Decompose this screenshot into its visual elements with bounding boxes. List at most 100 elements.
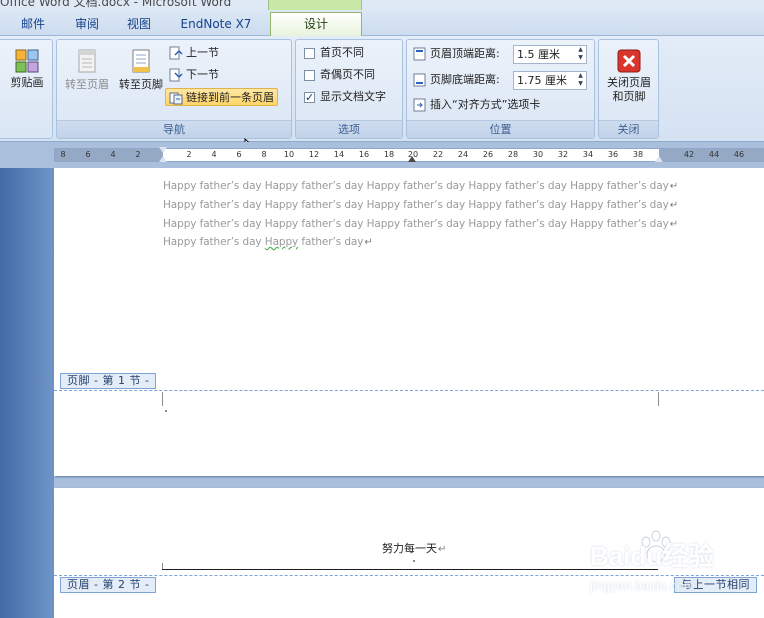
ruler-number: 34 (582, 150, 594, 159)
navigation-group: 转至页眉 转至页脚 上一节 下一节 链接到前一条页眉 导航 (56, 39, 292, 139)
header-text-line[interactable]: 努力每一天↵ (382, 540, 446, 556)
goto-header-icon (78, 49, 96, 73)
position-group: 页眉顶端距离: 1.5 厘米 ▲ ▼ 页脚底端距离: 1.75 厘米 ▲ ▼ 插入“… (406, 39, 595, 139)
grammar-flagged-word[interactable]: Happy (265, 236, 298, 248)
checkbox-unchecked-icon (304, 69, 315, 81)
ruler-number: 42 (683, 150, 695, 159)
footer-section-label: 页脚 - 第 1 节 - (60, 373, 157, 389)
different-odd-even-label: 奇偶页不同 (320, 68, 375, 81)
header-from-top-row: 页眉顶端距离: (413, 45, 500, 63)
close-group: 关闭页眉 和页脚 关闭 (598, 39, 659, 139)
ruler-number: 4 (110, 150, 116, 159)
tab-mailings[interactable]: 邮件 (10, 13, 56, 35)
ruler-number: 44 (708, 150, 720, 159)
header-position-icon (413, 47, 426, 61)
different-first-page-label: 首页不同 (320, 46, 364, 59)
tab-design[interactable]: 设计 (270, 12, 362, 36)
insert-group: 剪贴画 (0, 39, 53, 139)
body-text: Happy father’s day Happy father’s day Ha… (163, 180, 669, 192)
paragraph-mark: ↵ (438, 544, 447, 555)
ruler-number: 6 (85, 150, 91, 159)
header-text: 努力每一天 (382, 542, 437, 555)
crop-mark (162, 392, 163, 406)
hanging-indent-marker[interactable] (159, 156, 167, 162)
link-to-previous-button[interactable]: 链接到前一条页眉 (165, 88, 278, 106)
tab-view[interactable]: 视图 (116, 13, 162, 35)
checkbox-unchecked-icon (304, 47, 315, 59)
next-section-button[interactable]: 下一节 (169, 66, 219, 84)
footer-from-bottom-label: 页脚底端距离: (430, 73, 500, 86)
footer-position-icon (413, 73, 426, 87)
body-line[interactable]: Happy father’s day Happy father’s day Ha… (163, 218, 678, 230)
close-label-line2: 和页脚 (612, 90, 646, 103)
body-line[interactable]: Happy father’s day Happy father’s day↵ (163, 236, 373, 248)
ruler-number: 14 (333, 150, 345, 159)
horizontal-ruler[interactable]: 8 6 4 2 2 4 6 8 10 12 14 16 18 20 22 24 … (54, 147, 764, 162)
alignment-tab-icon (413, 98, 426, 112)
first-line-indent-marker[interactable] (159, 147, 167, 153)
ruler-number: 28 (507, 150, 519, 159)
goto-header-label: 转至页眉 (65, 78, 109, 91)
ruler-number: 30 (532, 150, 544, 159)
ruler-number: 2 (135, 150, 141, 159)
header-from-top-label: 页眉顶端距离: (430, 47, 500, 60)
ruler-left-margin (55, 149, 163, 161)
footer-from-bottom-spinner[interactable]: 1.75 厘米 ▲ ▼ (513, 71, 587, 90)
spinner-arrows-icon[interactable]: ▲ ▼ (575, 46, 586, 63)
watermark-url: jingyan.baidu.com (590, 578, 695, 593)
insert-alignment-tab-button[interactable]: 插入“对齐方式”选项卡 (413, 96, 540, 114)
goto-footer-icon (132, 49, 150, 73)
header-from-top-value: 1.5 厘米 (517, 48, 560, 61)
ruler-bar: 8 6 4 2 2 4 6 8 10 12 14 16 18 20 22 24 … (0, 142, 764, 168)
tab-review[interactable]: 审阅 (64, 13, 110, 35)
different-odd-even-checkbox[interactable]: 奇偶页不同 (304, 66, 375, 84)
previous-section-button[interactable]: 上一节 (169, 44, 219, 62)
header-cursor-mark (413, 560, 415, 562)
clipart-label: 剪贴画 (10, 76, 44, 89)
position-group-label: 位置 (407, 120, 594, 138)
body-text: father’s day (298, 236, 364, 248)
header-from-top-spinner[interactable]: 1.5 厘米 ▲ ▼ (513, 45, 587, 64)
ruler-number: 26 (482, 150, 494, 159)
insert-alignment-tab-label: 插入“对齐方式”选项卡 (430, 98, 541, 111)
clipart-button[interactable]: 剪贴画 (7, 48, 47, 90)
navigation-group-label: 导航 (57, 120, 291, 138)
show-document-text-checkbox[interactable]: 显示文档文字 (304, 88, 386, 107)
clipart-icon (15, 49, 39, 73)
checkbox-checked-icon (304, 89, 315, 107)
tab-endnote[interactable]: EndNote X7 (170, 13, 262, 35)
right-indent-marker[interactable] (655, 156, 663, 162)
footer-cursor-mark (165, 410, 167, 412)
center-tab-stop[interactable] (408, 156, 416, 162)
body-text: Happy father’s day Happy father’s day Ha… (163, 218, 669, 230)
body-line[interactable]: Happy father’s day Happy father’s day Ha… (163, 180, 678, 192)
goto-header-button[interactable]: 转至页眉 (61, 48, 113, 92)
close-label-line1: 关闭页眉 (607, 76, 651, 89)
goto-footer-label: 转至页脚 (119, 78, 163, 91)
goto-footer-button[interactable]: 转至页脚 (115, 48, 167, 92)
next-section-label: 下一节 (186, 68, 219, 81)
body-text: Happy father’s day Happy father’s day Ha… (163, 199, 669, 211)
spinner-arrows-icon[interactable]: ▲ ▼ (575, 72, 586, 89)
ruler-number: 2 (186, 150, 192, 159)
ruler-number: 4 (211, 150, 217, 159)
different-first-page-checkbox[interactable]: 首页不同 (304, 44, 364, 62)
ruler-number: 38 (632, 150, 644, 159)
link-icon (169, 92, 183, 105)
close-icon (617, 49, 641, 73)
close-header-footer-button[interactable]: 关闭页眉 和页脚 (600, 48, 658, 104)
options-group-label: 选项 (296, 120, 402, 138)
paragraph-mark: ↵ (669, 200, 678, 211)
previous-section-label: 上一节 (186, 46, 219, 59)
body-text: Happy father’s day (163, 236, 265, 248)
ruler-number: 12 (308, 150, 320, 159)
ribbon-tab-row: 邮件 审阅 视图 EndNote X7 设计 (0, 10, 764, 36)
next-section-icon (169, 68, 183, 82)
page-1[interactable]: Happy father’s day Happy father’s day Ha… (54, 168, 764, 476)
title-bar: Office Word 文档.docx - Microsoft Word (0, 0, 764, 10)
context-tab-header (268, 0, 362, 10)
body-line[interactable]: Happy father’s day Happy father’s day Ha… (163, 199, 678, 211)
ruler-number: 8 (60, 150, 66, 159)
previous-section-icon (169, 46, 183, 60)
options-group: 首页不同 奇偶页不同 显示文档文字 选项 (295, 39, 403, 139)
